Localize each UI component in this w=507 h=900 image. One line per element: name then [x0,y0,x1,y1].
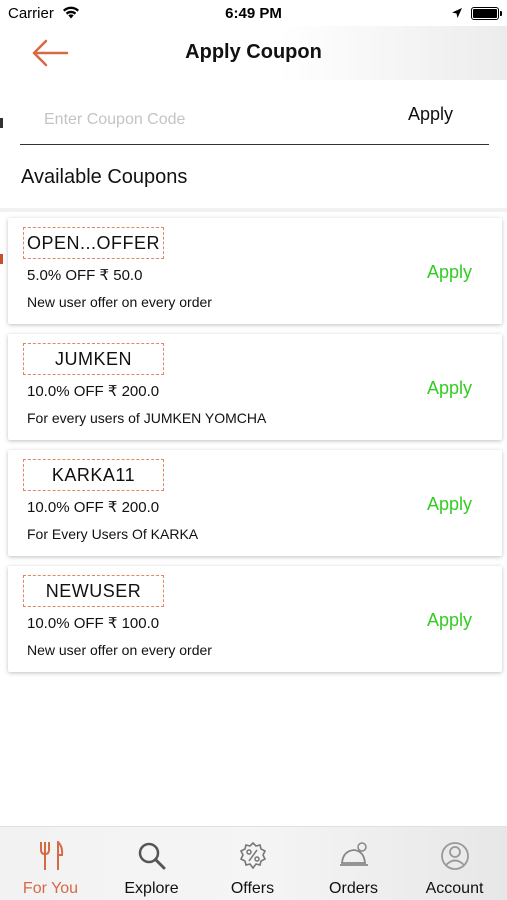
tab-label: Offers [230,880,275,897]
fork-knife-icon [38,839,64,876]
clock-time: 6:49 PM [225,5,282,22]
coupon-code-input[interactable] [44,108,364,132]
coupon-description: New user offer on every order [27,294,212,310]
tab-label: Account [425,880,484,897]
coupon-code: JUMKEN [23,343,164,375]
tab-orders[interactable]: Orders [303,827,404,900]
bottom-tab-bar: For You Explore Offers Orders Account [0,826,507,900]
tab-label: Orders [329,880,378,897]
section-title: Available Coupons [21,166,188,188]
apply-button[interactable]: Apply [427,378,472,399]
tab-label: Explore [124,880,179,897]
coupon-discount: 10.0% OFF ₹ 100.0 [27,615,160,632]
location-arrow-icon [451,6,463,23]
page-title: Apply Coupon [185,41,322,63]
cloche-icon [338,841,370,876]
coupon-discount: 10.0% OFF ₹ 200.0 [27,383,160,400]
battery-icon [471,7,502,20]
coupon-code: NEWUSER [23,575,164,607]
user-icon [440,841,470,876]
tab-explore[interactable]: Explore [101,827,202,900]
apply-button[interactable]: Apply [427,262,472,283]
tab-label: For You [22,880,79,897]
app-header: Apply Coupon [0,26,507,80]
coupon-card: JUMKEN 10.0% OFF ₹ 200.0 For every users… [8,334,502,440]
coupon-card: KARKA11 10.0% OFF ₹ 200.0 For Every User… [8,450,502,556]
coupon-code: KARKA11 [23,459,164,491]
tab-offers[interactable]: Offers [202,827,303,900]
apply-coupon-button[interactable]: Apply [408,104,453,125]
coupon-card: OPEN...OFFER 5.0% OFF ₹ 50.0 New user of… [8,218,502,324]
tab-for-you[interactable]: For You [0,827,101,900]
coupon-entry-row: Apply [20,96,489,145]
edge-artifact [0,254,3,264]
coupon-description: New user offer on every order [27,642,212,658]
search-icon [137,841,167,876]
status-bar: Carrier 6:49 PM [0,0,507,26]
coupon-discount: 5.0% OFF ₹ 50.0 [27,267,143,284]
apply-button[interactable]: Apply [427,610,472,631]
apply-button[interactable]: Apply [427,494,472,515]
coupon-card: NEWUSER 10.0% OFF ₹ 100.0 New user offer… [8,566,502,672]
coupon-description: For every users of JUMKEN YOMCHA [27,410,267,426]
coupon-code: OPEN...OFFER [23,227,164,259]
coupon-list: OPEN...OFFER 5.0% OFF ₹ 50.0 New user of… [8,218,502,682]
edge-artifact [0,118,3,128]
divider [0,208,507,212]
coupon-description: For Every Users Of KARKA [27,526,199,542]
tab-account[interactable]: Account [404,827,505,900]
coupon-discount: 10.0% OFF ₹ 200.0 [27,499,160,516]
discount-badge-icon [238,841,268,876]
